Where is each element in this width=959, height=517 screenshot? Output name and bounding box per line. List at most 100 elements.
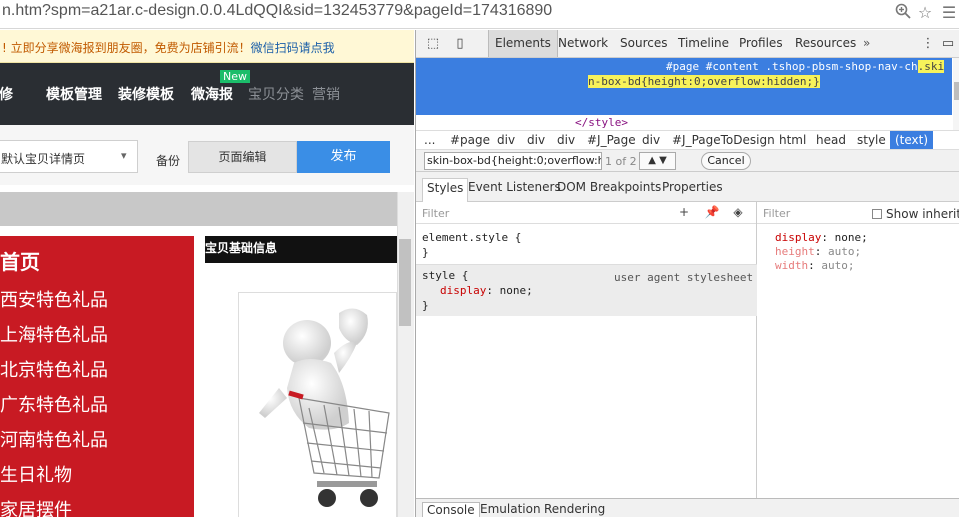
computed-prop-row: height: auto; — [775, 245, 862, 258]
sidebar-item[interactable]: 西安特色礼品 — [0, 286, 108, 312]
tab-profiles[interactable]: Profiles — [733, 30, 789, 57]
sidebar-item[interactable]: 河南特色礼品 — [0, 426, 108, 452]
elements-scrollbar[interactable] — [953, 58, 959, 130]
kebab-menu-icon[interactable]: ⋮ — [918, 34, 938, 54]
closing-style-tag[interactable]: </style> — [575, 116, 628, 129]
chevron-up-icon[interactable]: ▲ — [648, 155, 656, 166]
tab-sources[interactable]: Sources — [614, 30, 673, 57]
backup-link[interactable]: 备份 — [156, 152, 180, 169]
breadcrumb: ... #page div div div #J_Page div #J_Pag… — [416, 130, 959, 150]
sidebar-item[interactable]: 家居摆件 — [0, 496, 72, 517]
breadcrumb-item[interactable]: div — [497, 133, 515, 147]
nav-item-template-manage[interactable]: 模板管理 — [46, 84, 102, 104]
nav-item-partial[interactable]: 修 — [0, 84, 13, 104]
computed-filter-input[interactable]: Filter — [763, 207, 790, 220]
inspect-element-icon[interactable]: ⬚ — [423, 34, 443, 54]
search-highlight: .ski — [917, 60, 945, 73]
tab-properties[interactable]: Properties — [658, 178, 727, 202]
breadcrumb-item[interactable]: ... — [424, 133, 435, 147]
breadcrumb-item[interactable]: div — [527, 133, 545, 147]
device-mode-icon[interactable]: ▯ — [450, 34, 470, 54]
computed-prop-name: display — [775, 231, 822, 244]
code-selector: #page #content .tshop-pbsm-shop-nav-ch — [666, 60, 918, 73]
notice-link[interactable]: 微信扫码请点我 — [251, 41, 335, 55]
page-edit-button[interactable]: 页面编辑 — [188, 141, 297, 173]
dock-icon[interactable]: ▭ — [938, 34, 958, 54]
sidebar-item[interactable]: 上海特色礼品 — [0, 321, 108, 347]
zoom-icon[interactable] — [893, 3, 913, 23]
exclamation-icon: ! — [2, 41, 7, 55]
sidebar-item[interactable]: 生日礼物 — [0, 461, 72, 487]
rule-property[interactable]: display — [440, 284, 486, 297]
pin-icon[interactable]: 📌 — [704, 204, 720, 220]
computed-pane: Filter Show inherited display: none; hei… — [757, 202, 959, 498]
rule-value[interactable]: none; — [493, 284, 533, 297]
styles-filter-row: Filter + 📌 ◈ — [416, 202, 756, 224]
add-rule-icon[interactable]: + — [676, 204, 692, 220]
rule-selector[interactable]: style { — [422, 269, 468, 282]
chevron-down-icon[interactable]: ▼ — [659, 155, 667, 166]
devtools-tabbar: ⬚ ▯ Elements Network Sources Timeline Pr… — [416, 30, 959, 58]
computed-prop-value: auto; — [814, 259, 855, 272]
tab-network[interactable]: Network — [552, 30, 614, 57]
product-image[interactable] — [238, 292, 397, 517]
breadcrumb-item[interactable]: #page — [450, 133, 490, 147]
drawer-tabbar: Console Emulation Rendering — [416, 498, 959, 517]
styles-filter-input[interactable]: Filter — [422, 207, 449, 220]
breadcrumb-item[interactable]: div — [557, 133, 575, 147]
computed-prop-name: height — [775, 245, 815, 258]
sidebar-tabs: Styles Event Listeners DOM Breakpoints P… — [416, 172, 959, 202]
star-icon[interactable]: ☆ — [915, 3, 935, 23]
tab-emulation[interactable]: Emulation — [476, 502, 545, 517]
element-style-selector[interactable]: element.style { — [422, 231, 521, 244]
rule-origin: user agent stylesheet — [614, 271, 754, 284]
close-brace: } — [422, 299, 429, 312]
template-select[interactable]: 默认宝贝详情页 ▾ — [0, 140, 138, 173]
tab-timeline[interactable]: Timeline — [672, 30, 735, 57]
computed-prop-row: display: none; — [775, 231, 868, 244]
breadcrumb-item[interactable]: #J_Page — [587, 133, 636, 147]
template-select-value: 默认宝贝详情页 — [1, 152, 86, 166]
show-inherited-label[interactable]: Show inherited — [886, 207, 959, 221]
computed-filter-row: Filter Show inherited — [757, 202, 959, 224]
new-badge: New — [220, 70, 250, 83]
tab-rendering[interactable]: Rendering — [540, 502, 609, 517]
url-text[interactable]: n.htm?spm=a21ar.c-design.0.0.4LdQQI&sid=… — [2, 2, 552, 20]
sidebar-item[interactable]: 北京特色礼品 — [0, 356, 108, 382]
breadcrumb-item[interactable]: head — [816, 133, 846, 147]
breadcrumb-item[interactable]: #J_PageToDesign — [672, 133, 775, 147]
publish-button[interactable]: 发布 — [297, 141, 390, 173]
show-inherited-checkbox[interactable] — [872, 209, 882, 219]
tab-dom-breakpoints[interactable]: DOM Breakpoints — [553, 178, 665, 202]
tab-event-listeners[interactable]: Event Listeners — [464, 178, 565, 202]
search-highlight: n-box-bd{height:0;overflow:hidden;} — [588, 75, 820, 88]
color-format-icon[interactable]: ◈ — [730, 204, 746, 220]
nav-item-categories[interactable]: 宝贝分类 — [248, 84, 304, 104]
tab-console[interactable]: Console — [422, 502, 480, 517]
address-bar[interactable]: n.htm?spm=a21ar.c-design.0.0.4LdQQI&sid=… — [0, 0, 959, 29]
find-prev-next[interactable]: ▲ ▼ — [639, 152, 676, 170]
sidebar-item[interactable]: 广东特色礼品 — [0, 391, 108, 417]
page-scrollbar-thumb[interactable] — [399, 239, 411, 326]
category-sidebar: 首页 西安特色礼品 上海特色礼品 北京特色礼品 广东特色礼品 河南特色礼品 生日… — [0, 236, 194, 517]
tab-styles[interactable]: Styles — [422, 178, 469, 202]
computed-prop-row: width: auto; — [775, 259, 855, 272]
sidebar-title[interactable]: 首页 — [0, 246, 40, 275]
nav-item-marketing[interactable]: 营销 — [312, 84, 340, 104]
menu-icon[interactable]: ☰ — [939, 3, 959, 23]
tab-elements[interactable]: Elements — [488, 30, 558, 57]
close-brace: } — [422, 246, 429, 259]
selected-node[interactable]: #page #content .tshop-pbsm-shop-nav-ch.s… — [416, 58, 952, 115]
tab-resources[interactable]: Resources — [789, 30, 862, 57]
breadcrumb-item[interactable]: div — [642, 133, 660, 147]
ua-style-rule: style { user agent stylesheet display: n… — [416, 264, 757, 316]
nav-item-micro-poster[interactable]: 微海报 — [191, 84, 233, 104]
find-input[interactable]: skin-box-bd{height:0;overflow:hi — [424, 152, 602, 170]
cancel-button[interactable]: Cancel — [701, 152, 751, 170]
breadcrumb-item[interactable]: html — [779, 133, 806, 147]
elements-scrollbar-thumb[interactable] — [954, 82, 959, 100]
breadcrumb-item[interactable]: style — [857, 133, 886, 147]
breadcrumb-item-selected[interactable]: (text) — [890, 131, 934, 149]
more-tabs-icon[interactable]: » — [863, 30, 870, 57]
nav-item-decor-template[interactable]: 装修模板 — [118, 84, 174, 104]
